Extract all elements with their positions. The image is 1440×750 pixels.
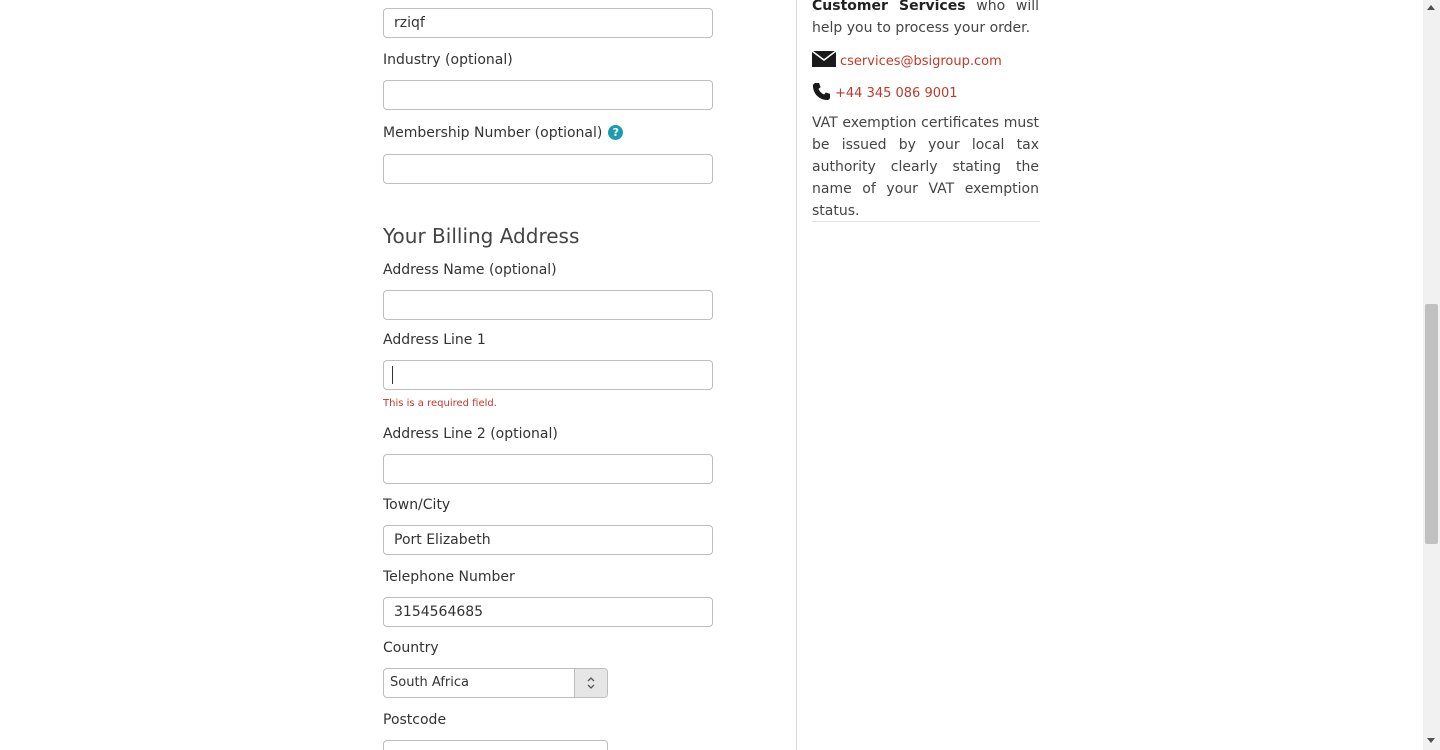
address-name-label: Address Name (optional) bbox=[383, 262, 557, 278]
address-name-input[interactable] bbox=[383, 290, 713, 320]
membership-label: Membership Number (optional) bbox=[383, 125, 603, 141]
page-scrollbar[interactable] bbox=[1423, 0, 1440, 750]
membership-label-row: Membership Number (optional)? bbox=[383, 125, 624, 141]
customer-services-text: Customer Services who will help you to p… bbox=[812, 0, 1039, 39]
postcode-input[interactable] bbox=[383, 740, 608, 750]
town-label: Town/City bbox=[383, 497, 451, 513]
customer-services-bold: Customer Services bbox=[812, 0, 966, 14]
telephone-label: Telephone Number bbox=[383, 569, 515, 585]
address-line1-error: This is a required field. bbox=[383, 398, 497, 409]
country-label: Country bbox=[383, 640, 439, 656]
town-input[interactable] bbox=[383, 525, 713, 555]
address-line2-label: Address Line 2 (optional) bbox=[383, 426, 558, 442]
checkout-page: Industry (optional) Membership Number (o… bbox=[0, 0, 1440, 750]
email-link[interactable]: cservices@bsigroup.com bbox=[840, 54, 1002, 69]
phone-link[interactable]: +44 345 086 9001 bbox=[835, 86, 958, 101]
membership-input[interactable] bbox=[383, 154, 713, 184]
column-divider bbox=[796, 0, 797, 750]
address-line1-input[interactable] bbox=[383, 360, 713, 390]
company-name-input[interactable] bbox=[383, 8, 713, 38]
help-icon[interactable]: ? bbox=[608, 125, 624, 140]
scroll-down-icon[interactable] bbox=[1427, 738, 1435, 743]
industry-label: Industry (optional) bbox=[383, 52, 513, 68]
phone-icon bbox=[812, 82, 831, 105]
billing-address-title: Your Billing Address bbox=[383, 224, 580, 248]
telephone-input[interactable] bbox=[383, 597, 713, 627]
address-line1-label: Address Line 1 bbox=[383, 332, 486, 348]
scroll-thumb[interactable] bbox=[1425, 304, 1438, 544]
phone-contact: +44 345 086 9001 bbox=[812, 82, 958, 105]
industry-input[interactable] bbox=[383, 80, 713, 110]
country-select[interactable]: South Africa bbox=[383, 668, 608, 698]
postcode-label: Postcode bbox=[383, 712, 447, 728]
scroll-up-icon[interactable] bbox=[1427, 5, 1435, 10]
vat-exemption-note: VAT exemption certificates must be issue… bbox=[812, 115, 1039, 219]
sidebar-divider bbox=[812, 221, 1040, 222]
envelope-icon bbox=[811, 50, 837, 71]
address-line2-input[interactable] bbox=[383, 454, 713, 484]
email-contact: cservices@bsigroup.com bbox=[811, 50, 1002, 71]
text-caret bbox=[392, 366, 393, 384]
country-select-value: South Africa bbox=[390, 675, 469, 690]
select-arrows-icon bbox=[574, 669, 607, 697]
